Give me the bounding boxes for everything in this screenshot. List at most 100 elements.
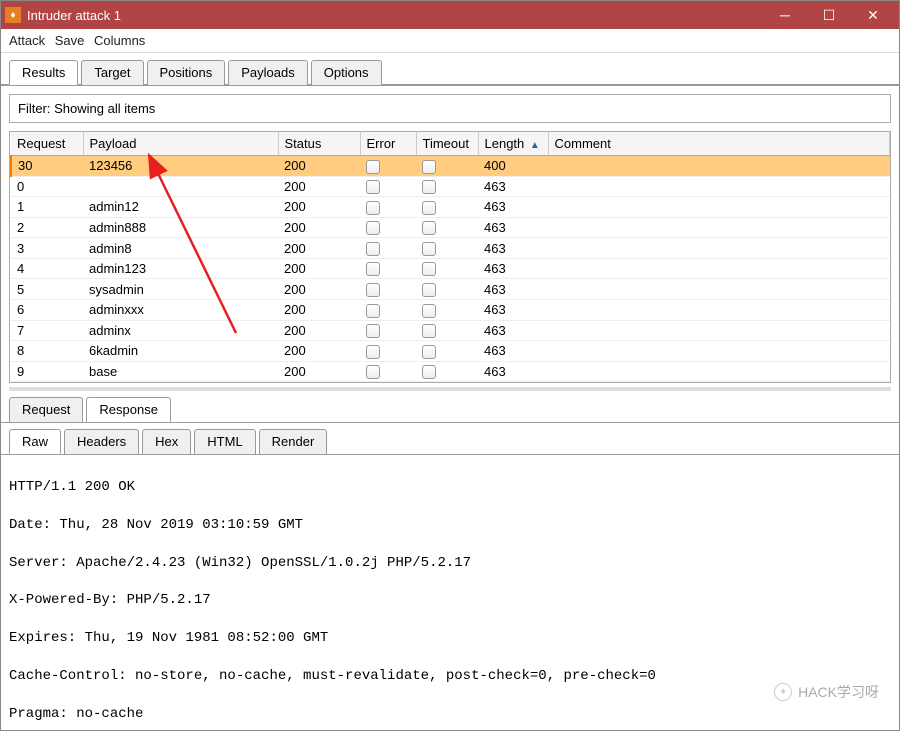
checkbox-icon[interactable]: [366, 345, 380, 359]
cell-payload: base: [83, 361, 278, 382]
col-status[interactable]: Status: [278, 132, 360, 156]
cell-timeout: [416, 197, 478, 218]
checkbox-icon[interactable]: [422, 345, 436, 359]
cell-status: 200: [278, 320, 360, 341]
tab-request[interactable]: Request: [9, 397, 83, 422]
cell-status: 200: [278, 217, 360, 238]
view-tabs: Raw Headers Hex HTML Render: [1, 425, 899, 455]
checkbox-icon[interactable]: [422, 304, 436, 318]
checkbox-icon[interactable]: [422, 283, 436, 297]
tab-options[interactable]: Options: [311, 60, 382, 85]
checkbox-icon[interactable]: [366, 180, 380, 194]
cell-request: 3: [11, 238, 83, 259]
app-icon: ♦: [5, 7, 21, 23]
checkbox-icon[interactable]: [366, 283, 380, 297]
checkbox-icon[interactable]: [422, 180, 436, 194]
cell-request: 7: [11, 320, 83, 341]
cell-comment: [548, 279, 890, 300]
checkbox-icon[interactable]: [366, 365, 380, 379]
checkbox-icon[interactable]: [422, 324, 436, 338]
filter-bar[interactable]: Filter: Showing all items: [9, 94, 891, 123]
tab-hex[interactable]: Hex: [142, 429, 191, 454]
checkbox-icon[interactable]: [422, 365, 436, 379]
sort-asc-icon: ▲: [530, 140, 540, 151]
tab-positions[interactable]: Positions: [147, 60, 226, 85]
cell-payload: sysadmin: [83, 279, 278, 300]
checkbox-icon[interactable]: [366, 201, 380, 215]
tab-results[interactable]: Results: [9, 60, 78, 85]
response-line: X-Powered-By: PHP/5.2.17: [9, 591, 891, 610]
cell-status: 200: [278, 341, 360, 362]
tab-response[interactable]: Response: [86, 397, 171, 422]
cell-payload: adminx: [83, 320, 278, 341]
checkbox-icon[interactable]: [366, 221, 380, 235]
cell-request: 5: [11, 279, 83, 300]
tab-target[interactable]: Target: [81, 60, 143, 85]
tab-raw[interactable]: Raw: [9, 429, 61, 454]
table-row[interactable]: 6adminxxx200463: [11, 299, 890, 320]
table-row[interactable]: 30123456200400: [11, 156, 890, 177]
checkbox-icon[interactable]: [366, 304, 380, 318]
cell-status: 200: [278, 361, 360, 382]
checkbox-icon[interactable]: [366, 262, 380, 276]
menu-attack[interactable]: Attack: [9, 33, 45, 48]
menu-columns[interactable]: Columns: [94, 33, 145, 48]
table-row[interactable]: 1admin12200463: [11, 197, 890, 218]
table-row[interactable]: 0200463: [11, 176, 890, 197]
splitter[interactable]: [9, 387, 891, 391]
watermark-text: HACK学习呀: [798, 682, 879, 702]
col-request[interactable]: Request: [11, 132, 83, 156]
col-length-label: Length: [485, 136, 525, 151]
cell-comment: [548, 238, 890, 259]
cell-timeout: [416, 176, 478, 197]
tab-html[interactable]: HTML: [194, 429, 255, 454]
cell-payload: admin888: [83, 217, 278, 238]
cell-status: 200: [278, 156, 360, 177]
cell-request: 4: [11, 258, 83, 279]
cell-payload: admin12: [83, 197, 278, 218]
table-row[interactable]: 9base200463: [11, 361, 890, 382]
col-payload[interactable]: Payload: [83, 132, 278, 156]
cell-length: 463: [478, 238, 548, 259]
response-line: HTTP/1.1 200 OK: [9, 478, 891, 497]
tab-payloads[interactable]: Payloads: [228, 60, 307, 85]
table-row[interactable]: 4admin123200463: [11, 258, 890, 279]
cell-comment: [548, 217, 890, 238]
tab-headers[interactable]: Headers: [64, 429, 139, 454]
response-line: Expires: Thu, 19 Nov 1981 08:52:00 GMT: [9, 629, 891, 648]
checkbox-icon[interactable]: [422, 262, 436, 276]
window-title: Intruder attack 1: [27, 8, 763, 23]
cell-comment: [548, 176, 890, 197]
checkbox-icon[interactable]: [366, 160, 380, 174]
checkbox-icon[interactable]: [422, 201, 436, 215]
cell-length: 463: [478, 361, 548, 382]
cell-comment: [548, 320, 890, 341]
col-length[interactable]: Length ▲: [478, 132, 548, 156]
minimize-button[interactable]: ─: [763, 1, 807, 29]
table-row[interactable]: 3admin8200463: [11, 238, 890, 259]
table-row[interactable]: 2admin888200463: [11, 217, 890, 238]
cell-length: 463: [478, 299, 548, 320]
cell-error: [360, 279, 416, 300]
table-row[interactable]: 7adminx200463: [11, 320, 890, 341]
col-timeout[interactable]: Timeout: [416, 132, 478, 156]
col-comment[interactable]: Comment: [548, 132, 890, 156]
table-row[interactable]: 5sysadmin200463: [11, 279, 890, 300]
table-row[interactable]: 86kadmin200463: [11, 341, 890, 362]
response-raw-pane[interactable]: HTTP/1.1 200 OK Date: Thu, 28 Nov 2019 0…: [1, 455, 899, 731]
maximize-button[interactable]: ☐: [807, 1, 851, 29]
cell-error: [360, 176, 416, 197]
checkbox-icon[interactable]: [422, 160, 436, 174]
checkbox-icon[interactable]: [422, 242, 436, 256]
cell-timeout: [416, 341, 478, 362]
tab-render[interactable]: Render: [259, 429, 328, 454]
checkbox-icon[interactable]: [422, 221, 436, 235]
close-button[interactable]: ✕: [851, 1, 895, 29]
response-line: Pragma: no-cache: [9, 705, 891, 724]
checkbox-icon[interactable]: [366, 324, 380, 338]
cell-length: 463: [478, 217, 548, 238]
col-error[interactable]: Error: [360, 132, 416, 156]
checkbox-icon[interactable]: [366, 242, 380, 256]
menu-save[interactable]: Save: [55, 33, 85, 48]
response-line: Date: Thu, 28 Nov 2019 03:10:59 GMT: [9, 516, 891, 535]
